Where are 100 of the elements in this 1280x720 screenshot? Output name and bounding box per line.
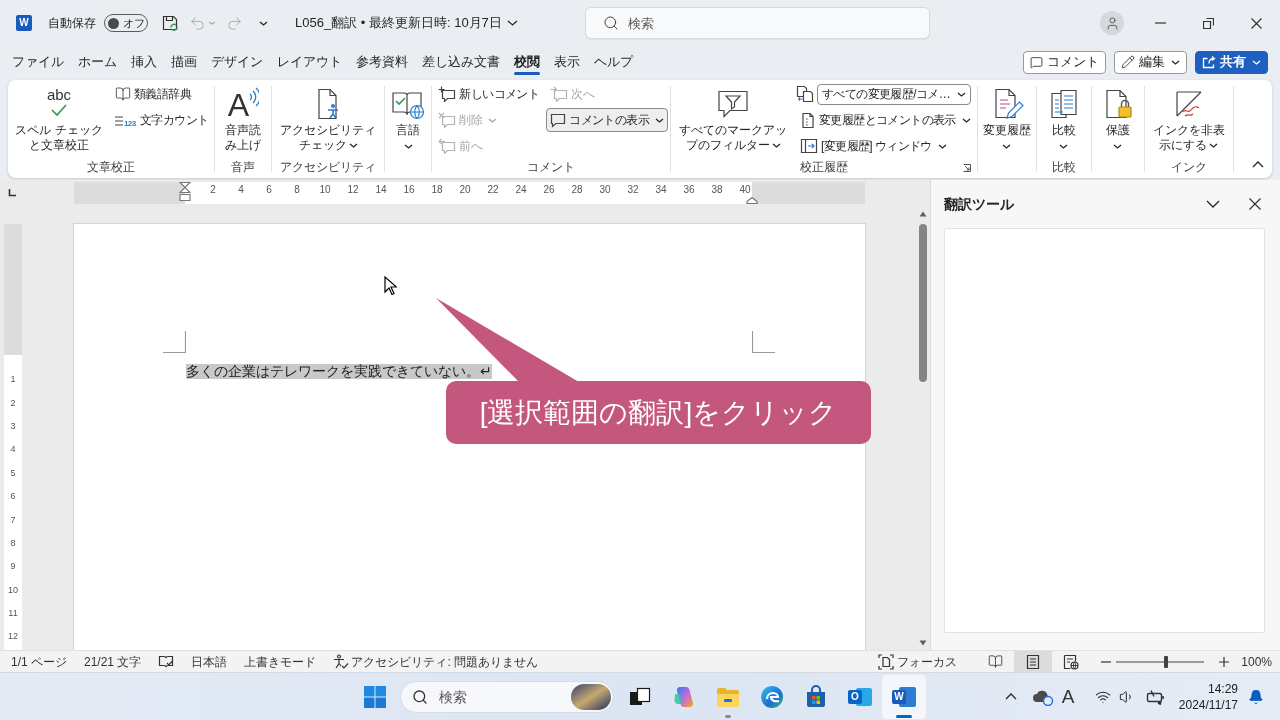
mail-app-button[interactable]: O xyxy=(838,674,882,719)
save-button[interactable] xyxy=(162,14,179,32)
zoom-out-icon[interactable] xyxy=(1101,660,1112,663)
battery-icon[interactable] xyxy=(1146,688,1166,705)
spelling-grammar-button[interactable]: abc スペル チェックと文章校正 xyxy=(10,82,108,153)
tab-selector-icon[interactable] xyxy=(8,189,16,197)
compare-button[interactable]: 比較 xyxy=(1044,82,1083,149)
ruler-number: 2 xyxy=(209,184,217,196)
status-item[interactable]: 日本語 xyxy=(191,652,228,671)
track-changes-button[interactable]: 変更履歴 xyxy=(979,82,1034,149)
language-button[interactable]: 言語 xyxy=(388,82,429,149)
toggle-knob-icon xyxy=(108,17,119,29)
comment-plus-icon xyxy=(438,86,457,102)
reviewing-pane-button[interactable]: [変更履歴] ウィンドウ xyxy=(796,134,975,158)
focus-frame-icon xyxy=(878,653,895,670)
thesaurus-button[interactable]: 類義語辞典 xyxy=(111,82,213,106)
ruler-number: 38 xyxy=(710,184,724,196)
ribbon-tab[interactable]: 差し込み文書 xyxy=(415,48,507,76)
show-markup-button[interactable]: 変更履歴とコメントの表示 xyxy=(796,108,975,132)
search-field[interactable]: 検索 xyxy=(585,7,930,39)
word-count-button[interactable]: 123 文字カウント xyxy=(111,108,213,132)
notification-bell-icon[interactable] xyxy=(1248,688,1264,705)
chevron-down-icon xyxy=(771,143,781,149)
ruler-number: 24 xyxy=(514,184,528,196)
zoom-in-icon[interactable] xyxy=(1219,656,1230,667)
chevron-down-icon xyxy=(1206,200,1220,208)
comment-filter-icon xyxy=(716,88,751,120)
ruler-number: 1 xyxy=(10,373,16,387)
chevron-down-icon xyxy=(403,144,413,149)
ruler-number: 10 xyxy=(318,184,332,196)
ruler-number: 2 xyxy=(10,396,16,410)
new-comment-button[interactable]: 新しいコメント xyxy=(434,82,544,106)
redo-icon xyxy=(226,14,243,32)
read-aloud-button[interactable]: A 音声読み上げ xyxy=(219,82,268,153)
ruler-number: 12 xyxy=(346,184,360,196)
zoom-level-button[interactable]: 100% xyxy=(1241,652,1272,671)
group-label: インク xyxy=(1170,159,1207,176)
comments-button[interactable]: コメント xyxy=(1023,50,1106,74)
ribbon-tab[interactable]: レイアウト xyxy=(270,48,349,76)
ribbon-tab[interactable]: 描画 xyxy=(164,48,204,76)
folder-icon xyxy=(716,685,740,708)
markup-dropdown[interactable]: すべての変更履歴/コメ… xyxy=(817,83,972,105)
indent-marker-icon[interactable] xyxy=(746,197,758,204)
status-item[interactable]: 上書きモード xyxy=(244,652,317,671)
show-comments-button[interactable]: コメントの表示 xyxy=(546,108,669,132)
ribbon-tab[interactable]: デザイン xyxy=(204,48,270,76)
group-label: 文章校正 xyxy=(87,159,136,176)
word-app-button[interactable]: W xyxy=(882,674,926,719)
undo-icon xyxy=(189,14,206,32)
avatar-icon[interactable] xyxy=(1100,11,1124,35)
group-label: 校正履歴 xyxy=(799,159,848,176)
group-label: アクセシビリティ xyxy=(280,159,377,176)
ribbon-tab[interactable]: 参考資料 xyxy=(349,48,415,76)
document-dots-icon xyxy=(800,111,817,129)
open-book-icon xyxy=(115,86,131,102)
markup-filter-button[interactable]: すべてのマークアップのフィルター xyxy=(673,82,794,153)
scroll-up-icon[interactable] xyxy=(918,211,927,217)
chevron-down-icon xyxy=(1209,143,1219,149)
accessibility-check-button[interactable]: アクセシビリティチェック xyxy=(274,82,383,153)
status-item[interactable]: 21/21 文字 xyxy=(84,652,142,671)
status-item[interactable]: 1/1 ページ xyxy=(11,652,67,671)
share-button[interactable]: 共有 xyxy=(1195,50,1268,74)
comment-x-icon xyxy=(438,112,457,128)
clock[interactable]: 14:29 2024/11/17 xyxy=(1178,680,1238,713)
ribbon-tab[interactable]: ファイル xyxy=(5,48,71,76)
input-mode-indicator[interactable]: A xyxy=(1056,687,1080,706)
ribbon-tab[interactable]: ヘルプ xyxy=(587,48,640,76)
store-bag-icon xyxy=(804,684,828,709)
ruler-number: 40 xyxy=(738,184,752,196)
close-icon xyxy=(1250,17,1262,29)
protect-button[interactable]: 保護 xyxy=(1098,82,1137,149)
open-book-icon xyxy=(987,654,1003,669)
chevron-up-icon xyxy=(1252,160,1264,168)
chevron-down-icon xyxy=(655,117,665,123)
ribbon-tab[interactable]: 校閲 xyxy=(507,48,547,76)
book-check-icon[interactable] xyxy=(158,654,175,669)
ribbon-tab[interactable]: ホーム xyxy=(71,48,124,76)
print-layout-button[interactable] xyxy=(1014,651,1053,672)
focus-mode-button[interactable]: フォーカス xyxy=(876,652,960,671)
zoom-slider-thumb[interactable] xyxy=(1164,655,1169,668)
chevron-down-icon xyxy=(957,91,967,97)
margin-corner-icon xyxy=(163,331,186,353)
dialog-launcher-icon[interactable] xyxy=(962,164,971,172)
ribbon-tab[interactable]: 表示 xyxy=(547,48,587,76)
hide-ink-button[interactable]: インクを非表示にする xyxy=(1146,82,1231,153)
scrollbar-thumb[interactable] xyxy=(918,224,927,382)
document-title[interactable]: L056_翻訳 • 最終更新日時: 10月7日 xyxy=(295,13,518,33)
scroll-down-icon[interactable] xyxy=(918,640,927,646)
two-pages-arrow-icon xyxy=(796,85,815,103)
ribbon-tab[interactable]: 挿入 xyxy=(124,48,164,76)
chevron-down-icon xyxy=(1252,59,1261,65)
editing-mode-button[interactable]: 編集 xyxy=(1114,50,1187,74)
ruler-number: 22 xyxy=(486,184,500,196)
chevron-up-icon xyxy=(1005,693,1017,700)
ruler-number: 5 xyxy=(10,466,16,480)
accessibility-status-button[interactable]: アクセシビリティ: 問題ありません xyxy=(333,652,539,671)
ruler-number: 34 xyxy=(654,184,668,196)
ruler-number: 8 xyxy=(293,184,301,196)
document-text: 多くの企業はテレワークを実践できていない。↵ xyxy=(186,364,492,379)
ruler-number: 6 xyxy=(265,184,273,196)
